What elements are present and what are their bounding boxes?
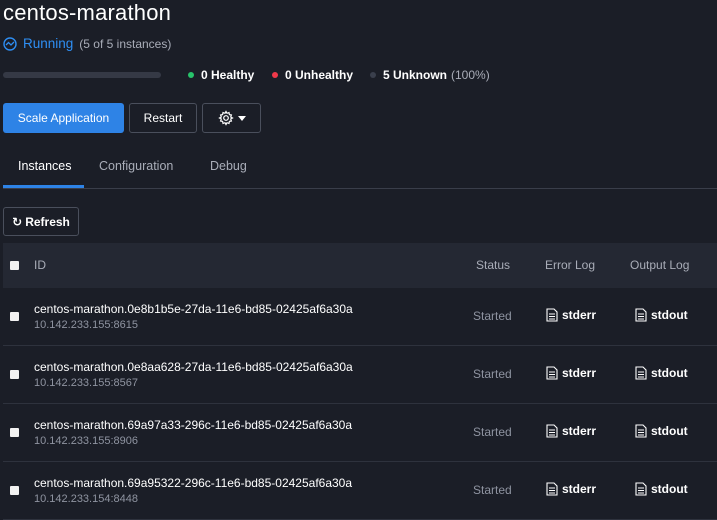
instance-status: Started xyxy=(473,425,512,439)
stderr-link[interactable]: stderr xyxy=(546,482,596,496)
instance-id: centos-marathon.69a95322-296c-11e6-bd85-… xyxy=(34,476,353,490)
instance-status: Started xyxy=(473,483,512,497)
settings-dropdown-button[interactable] xyxy=(202,103,261,133)
stderr-link[interactable]: stderr xyxy=(546,424,596,438)
stdout-label: stdout xyxy=(651,424,688,438)
stdout-label: stdout xyxy=(651,308,688,322)
file-icon xyxy=(635,308,647,322)
tab-instances[interactable]: Instances xyxy=(18,159,72,173)
instance-address: 10.142.233.155:8567 xyxy=(34,377,138,389)
active-tab-indicator xyxy=(3,185,84,188)
status-running-text: Running xyxy=(23,36,74,51)
stderr-label: stderr xyxy=(562,424,597,438)
stdout-link[interactable]: stdout xyxy=(635,366,688,380)
header-output-log: Output Log xyxy=(630,258,690,272)
file-icon xyxy=(546,482,558,496)
unknown-dot-icon xyxy=(370,72,376,78)
gear-icon xyxy=(217,110,234,126)
stderr-link[interactable]: stderr xyxy=(546,308,596,322)
stdout-label: stdout xyxy=(651,482,688,496)
refresh-label: Refresh xyxy=(25,214,70,229)
instance-address: 10.142.233.154:8448 xyxy=(34,493,138,505)
table-row: centos-marathon.69a97a33-296c-11e6-bd85-… xyxy=(3,404,717,462)
healthy-label: 0 Healthy xyxy=(201,68,255,82)
service-status: Running (5 of 5 instances) xyxy=(3,36,171,51)
unhealthy-label: 0 Unhealthy xyxy=(285,68,354,82)
table-row: centos-marathon.69a95322-296c-11e6-bd85-… xyxy=(3,462,717,520)
tab-debug[interactable]: Debug xyxy=(210,159,247,173)
file-icon xyxy=(635,424,647,438)
status-instance-count: (5 of 5 instances) xyxy=(79,36,172,51)
table-row: centos-marathon.0e8b1b5e-27da-11e6-bd85-… xyxy=(3,288,717,346)
unknown-count: 5 Unknown (100%) xyxy=(370,68,490,82)
header-error-log: Error Log xyxy=(545,258,596,272)
instances-table: ID Status Error Log Output Log centos-ma… xyxy=(3,243,717,520)
tab-bar: Instances Configuration Debug xyxy=(3,150,717,189)
instance-id: centos-marathon.0e8b1b5e-27da-11e6-bd85-… xyxy=(34,302,353,316)
table-header: ID Status Error Log Output Log xyxy=(3,243,717,288)
row-checkbox[interactable] xyxy=(10,486,19,495)
stderr-label: stderr xyxy=(562,366,597,380)
stdout-link[interactable]: stdout xyxy=(635,424,688,438)
header-id[interactable]: ID xyxy=(34,258,46,272)
table-row: centos-marathon.0e8aa628-27da-11e6-bd85-… xyxy=(3,346,717,404)
stdout-link[interactable]: stdout xyxy=(635,308,688,322)
healthy-count: 0 Healthy xyxy=(188,68,254,82)
file-icon xyxy=(546,424,558,438)
tab-configuration[interactable]: Configuration xyxy=(99,159,173,173)
instance-address: 10.142.233.155:8906 xyxy=(34,435,138,447)
healthy-dot-icon xyxy=(188,72,194,78)
file-icon xyxy=(635,366,647,380)
file-icon xyxy=(546,366,558,380)
file-icon xyxy=(546,308,558,322)
unhealthy-dot-icon xyxy=(272,72,278,78)
scale-application-button[interactable]: Scale Application xyxy=(3,103,124,133)
instance-id: centos-marathon.0e8aa628-27da-11e6-bd85-… xyxy=(34,360,353,374)
unhealthy-count: 0 Unhealthy xyxy=(272,68,353,82)
chevron-down-icon xyxy=(237,115,246,121)
header-status[interactable]: Status xyxy=(476,258,510,272)
row-checkbox[interactable] xyxy=(10,312,19,321)
instance-id: centos-marathon.69a97a33-296c-11e6-bd85-… xyxy=(34,418,353,432)
stderr-label: stderr xyxy=(562,482,597,496)
unknown-label: 5 Unknown xyxy=(383,68,448,82)
stderr-label: stderr xyxy=(562,308,597,322)
page-title: centos-marathon xyxy=(3,0,172,25)
instance-status: Started xyxy=(473,367,512,381)
row-checkbox[interactable] xyxy=(10,370,19,379)
running-status-icon xyxy=(3,36,17,51)
health-progress-bar xyxy=(3,72,161,78)
stdout-link[interactable]: stdout xyxy=(635,482,688,496)
refresh-button[interactable]: ↻ Refresh xyxy=(3,207,79,236)
row-checkbox[interactable] xyxy=(10,428,19,437)
instance-address: 10.142.233.155:8615 xyxy=(34,319,138,331)
refresh-icon: ↻ xyxy=(12,214,23,229)
stderr-link[interactable]: stderr xyxy=(546,366,596,380)
instance-status: Started xyxy=(473,309,512,323)
select-all-checkbox[interactable] xyxy=(10,261,19,270)
file-icon xyxy=(635,482,647,496)
restart-button[interactable]: Restart xyxy=(129,103,197,133)
stdout-label: stdout xyxy=(651,366,688,380)
unknown-percentage: (100%) xyxy=(451,68,490,82)
